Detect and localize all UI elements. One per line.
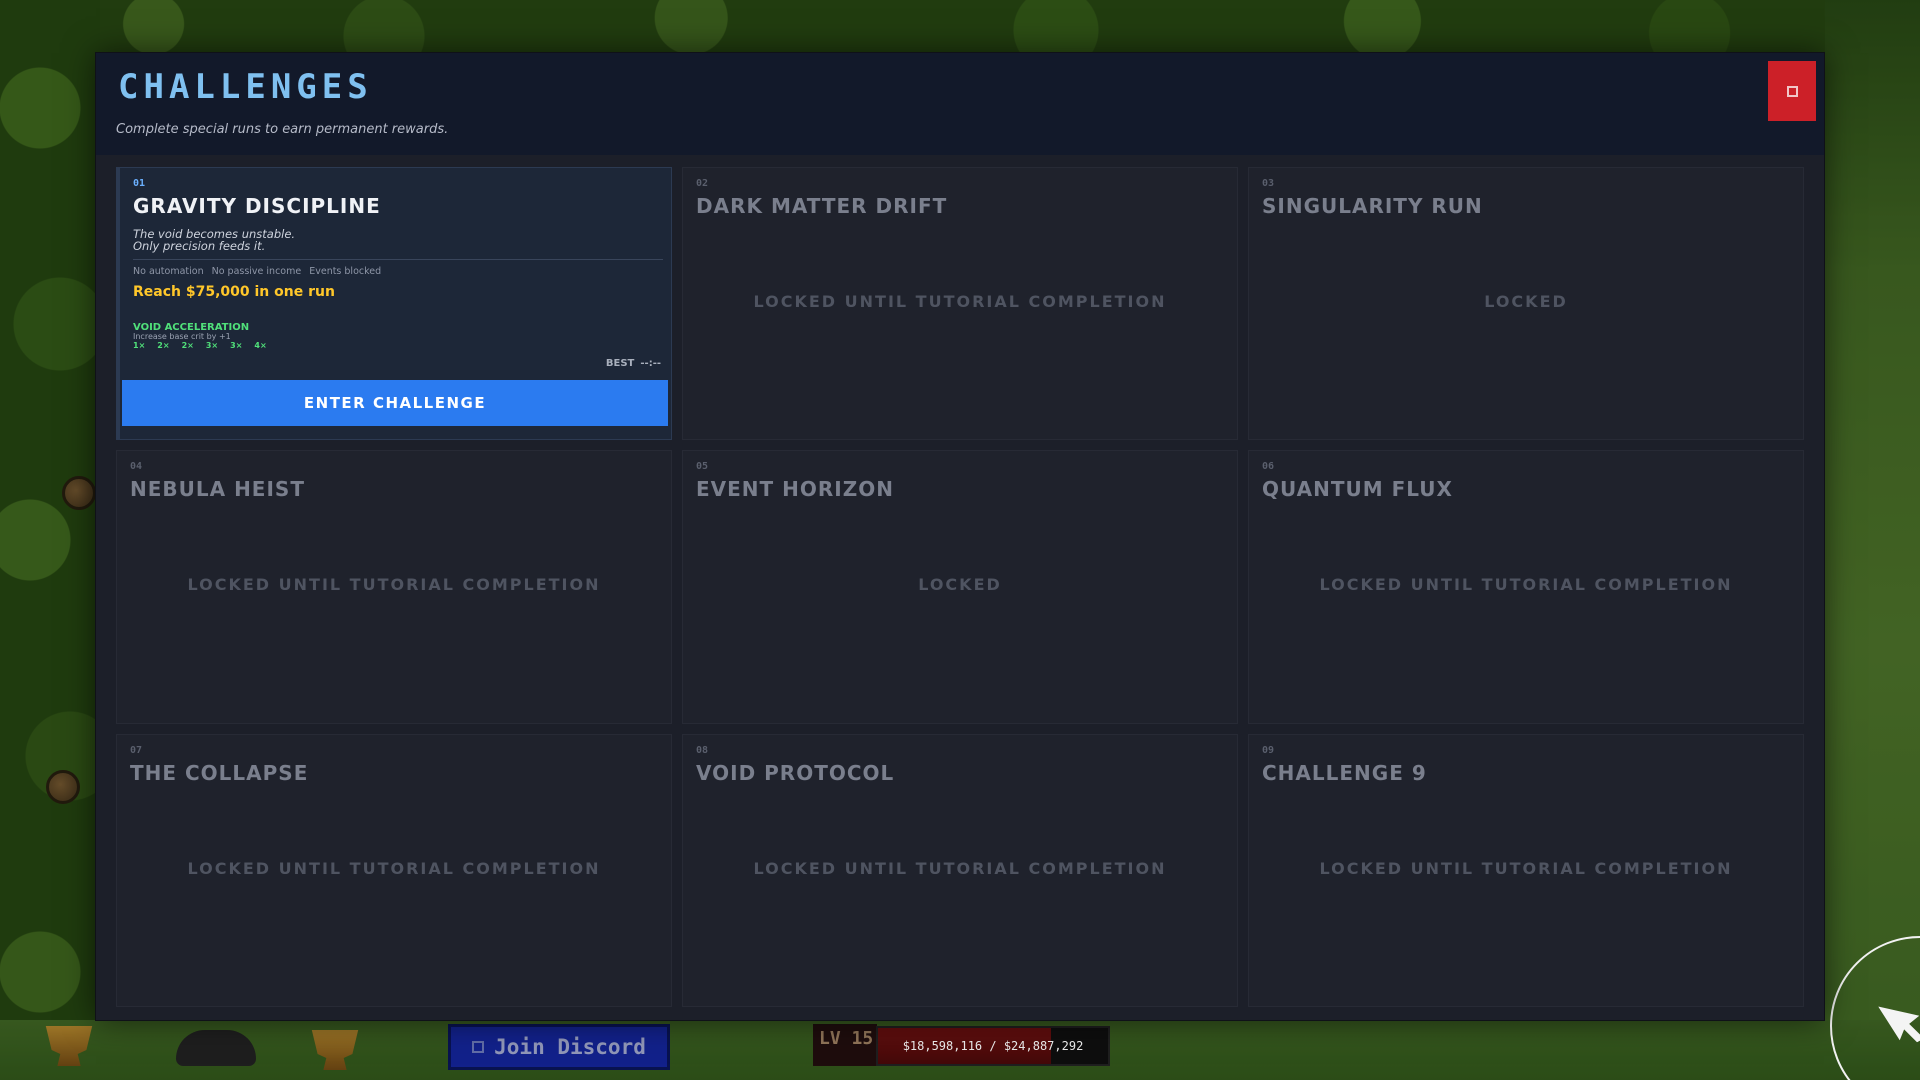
money-progress-bar: $18,598,116 / $24,887,292 <box>876 1026 1110 1066</box>
lock-status: LOCKED UNTIL TUTORIAL COMPLETION <box>187 858 601 878</box>
rule-tag: No passive income <box>211 266 302 277</box>
lock-status: LOCKED <box>1484 292 1568 311</box>
enter-challenge-button[interactable]: ENTER CHALLENGE <box>122 380 668 426</box>
challenge-grid: 01 GRAVITY DISCIPLINE The void becomes u… <box>116 167 1804 1007</box>
challenge-name: DARK MATTER DRIFT <box>696 194 948 218</box>
challenge-name: GRAVITY DISCIPLINE <box>133 194 381 218</box>
challenge-number: 03 <box>1262 178 1275 189</box>
lock-status: LOCKED UNTIL TUTORIAL COMPLETION <box>187 575 601 595</box>
reward-tier: 2× <box>181 341 194 350</box>
best-value: --:-- <box>640 358 661 369</box>
best-time: BEST --:-- <box>606 358 661 369</box>
close-button[interactable] <box>1768 61 1816 121</box>
divider <box>133 259 663 260</box>
close-icon <box>1786 85 1798 97</box>
challenge-rules: No automation No passive income Events b… <box>133 266 381 277</box>
challenge-card-the-collapse: 07 THE COLLAPSE LOCKED UNTIL TUTORIAL CO… <box>116 733 672 1007</box>
reward-tier: 3× <box>205 341 219 350</box>
rule-tag: Events blocked <box>309 266 382 277</box>
modal-header: CHALLENGES Complete special runs to earn… <box>96 53 1824 155</box>
challenge-card-nebula-heist: 04 NEBULA HEIST LOCKED UNTIL TUTORIAL CO… <box>116 450 672 724</box>
money-progress-text: $18,598,116 / $24,887,292 <box>902 1039 1084 1053</box>
challenge-number: 07 <box>130 744 143 756</box>
best-label: BEST <box>605 358 635 369</box>
challenge-card-challenge-9: 09 CHALLENGE 9 LOCKED UNTIL TUTORIAL COM… <box>1248 733 1804 1007</box>
challenge-card-void-protocol: 08 VOID PROTOCOL LOCKED UNTIL TUTORIAL C… <box>682 733 1238 1007</box>
challenge-number: 09 <box>1262 744 1275 756</box>
modal-subtitle: Complete special runs to earn permanent … <box>116 122 449 137</box>
reward-tier: 4× <box>254 341 267 350</box>
challenge-number: 08 <box>696 744 709 756</box>
challenge-number: 05 <box>696 461 709 473</box>
challenge-card-event-horizon: 05 EVENT HORIZON LOCKED <box>682 450 1238 724</box>
challenge-name: CHALLENGE 9 <box>1262 760 1427 785</box>
lock-status: LOCKED UNTIL TUTORIAL COMPLETION <box>753 292 1167 311</box>
modal-title: CHALLENGES <box>118 67 373 107</box>
reward-tier: 2× <box>157 341 170 350</box>
reward-tier: 3× <box>230 341 243 350</box>
lock-status: LOCKED UNTIL TUTORIAL COMPLETION <box>1319 858 1733 878</box>
challenge-card-singularity-run: 03 SINGULARITY RUN LOCKED <box>1248 167 1804 441</box>
challenge-name: NEBULA HEIST <box>130 477 305 502</box>
challenge-number: 06 <box>1262 461 1275 473</box>
lock-status: LOCKED UNTIL TUTORIAL COMPLETION <box>1319 575 1733 595</box>
challenge-number: 04 <box>130 461 143 473</box>
challenge-card-quantum-flux: 06 QUANTUM FLUX LOCKED UNTIL TUTORIAL CO… <box>1248 450 1804 724</box>
challenge-name: SINGULARITY RUN <box>1262 194 1483 218</box>
lock-status: LOCKED <box>918 575 1002 595</box>
reward-tiers: 1× 2× 2× 3× 3× 4× <box>133 341 267 350</box>
lock-status: LOCKED UNTIL TUTORIAL COMPLETION <box>753 858 1167 878</box>
challenge-name: THE COLLAPSE <box>130 760 309 785</box>
reward-description: Increase base crit by +1 <box>133 332 231 341</box>
reward-tier: 1× <box>133 341 146 350</box>
challenge-card-gravity-discipline: 01 GRAVITY DISCIPLINE The void becomes u… <box>116 167 672 441</box>
challenge-flavor-line: Only precision feeds it. <box>133 239 266 253</box>
challenges-modal: CHALLENGES Complete special runs to earn… <box>96 53 1824 1020</box>
challenge-card-dark-matter-drift: 02 DARK MATTER DRIFT LOCKED UNTIL TUTORI… <box>682 167 1238 441</box>
challenge-number: 01 <box>133 178 146 189</box>
challenge-name: QUANTUM FLUX <box>1262 477 1453 502</box>
challenge-number: 02 <box>696 178 709 189</box>
challenge-name: EVENT HORIZON <box>696 477 894 502</box>
challenge-name: VOID PROTOCOL <box>696 760 895 785</box>
rule-tag: No automation <box>133 266 204 277</box>
challenge-goal: Reach $75,000 in one run <box>133 284 335 300</box>
